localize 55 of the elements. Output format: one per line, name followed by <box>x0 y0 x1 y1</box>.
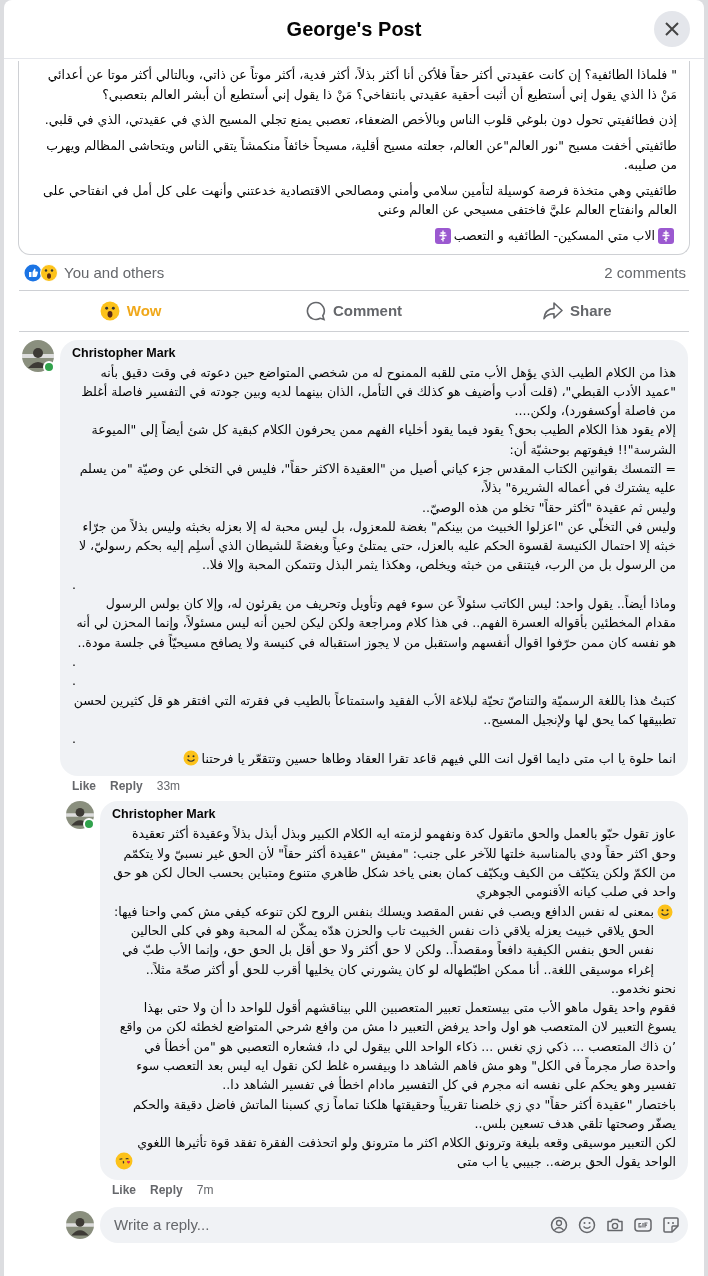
smiley-icon <box>182 750 199 767</box>
comment-text: كتبتُ هذا باللغة الرسميّة والتناصّ تحيّة لبلاغة الأب الفقيد واستمتاعاً بالطيب في فقرته التي افتقر هو قل كثيرين لحسن تطبيقها كما يحق لها ولإنجيل المسيح.. <box>72 691 676 730</box>
window-title: George's Post <box>286 17 422 41</box>
close-button[interactable] <box>654 11 690 47</box>
comment-text: انما حلوة يا اب متى دايما اقول انت اللي فيهم قاعد تقرا العقاد وطاها حسين وتتقعّر يا فرحتنا <box>201 750 676 769</box>
timestamp[interactable]: 7m <box>196 1182 214 1197</box>
avatar[interactable] <box>66 1210 94 1239</box>
comment-action-link[interactable]: Reply <box>150 1182 183 1197</box>
comment-text: . <box>72 652 76 671</box>
smiley-icon <box>657 903 673 920</box>
comment-text: = التمسك بقوانين الكتاب المقدس جزء كياني أصيل من "العقيدة الاكثر حقاً"، فليس في التخلي عن وصيّة "من يسلم عليه يشترك في أعماله الشريرة" بذلاً، <box>78 459 676 498</box>
reply-field[interactable]: Write a reply... <box>100 1206 688 1243</box>
close-icon <box>665 22 679 36</box>
wow-emoji-icon <box>99 300 120 321</box>
avatar-sticker-icon[interactable] <box>550 1215 568 1234</box>
comment-action-link[interactable]: Reply <box>110 779 143 794</box>
comment-action-link[interactable]: Like <box>72 779 96 794</box>
comment-text: بمعنى له نفس الدافع ويصب في نفس المقصد ويسلك بنفس الروح لكن تنوعه كيفي مش كمي واحنا فيها: الحق يلاقي خبيث يعزله يلاقي ذات نفس الخبيث تاب والحزن هدّه يمكّن له المحبة وهو في كلى الحالين نفس الحق بنفس الكيفية دافعاً ومقصداً.. ولكن لا حق أكثر ولا حق أقل بل الحق حق، وإنما الأب طبّ في إغراء موسيقى اللغة.. أنا ممكن اظبّطهاله لو كان يشورني كان يخليها أقرب للحق أو أكثر صحّة مثلاً.. <box>113 902 654 979</box>
author-name[interactable]: Christopher Mark <box>112 807 676 822</box>
comment-icon <box>305 300 326 321</box>
comment-button[interactable]: Comment <box>242 293 466 328</box>
emoji-icon[interactable] <box>578 1215 596 1234</box>
comment-text: لكن التعبير موسيقى وقعه بليغة وترونق الكلام اكثر ما مترونق ولو اتحذفت الفقرة تفقد قوة تأثيرها اللغوي الواحد يقول الحق برضه.. جبيبي يا اب متى <box>136 1133 676 1172</box>
kiss-emoji-icon <box>115 1151 133 1170</box>
post-text: الاب متي المسكين- الطائفيه و التعصب <box>453 227 655 246</box>
comment-text: . <box>72 672 76 691</box>
comment-text: عاوز تقول حبّو بالعمل والحق ماتقول كدة ونفهمو لزمته ايه الكلام الكبير وبذل أبذل بذلاً وعقيدة أكثر تعقيدة وحق اكثر حقاً ودي بالمناسبة خلتها للآخر على جنب: "مفيش "عقيدة أكثر حقاً" لأن الحق غير نسبيّ ولا يتكمّم من الكمّ ولكن يتكيّف من الكيف ويكيّف كمان بعنى ياخد شكل ظاهري متنوع ومتباين بحسب الحال لكن هو حق واحد في صلب كيانه الأقنومي الجوهري <box>112 824 676 902</box>
share-button[interactable]: Share <box>465 293 689 328</box>
timestamp[interactable]: 33m <box>156 779 181 794</box>
author-name[interactable]: Christopher Mark <box>72 345 676 360</box>
comment-text: هذا من الكلام الطيب الذي يؤهل الأب متى للقبه الممنوح له من شخصي المتواضع حين دعوته في وقت دقيق بأنه "عميد الأدب القبطي"، (قلت أدب وأضيف هو كذلك في التأمل، الذان بينهما لديه وبين جودته في التفسير فاصلة أغلظ من فاصلة أوكسفورد)، ولكن.... <box>80 363 676 421</box>
reaction-summary[interactable]: You and others <box>64 264 165 281</box>
comment-text: . <box>72 730 76 749</box>
comment-text: فقوم واحد يقول ماهو الأب متى بيستعمل تعبير المتعصبين اللي بيناقشهم أقول للواحد دا أن ولا حتى بهذا يسوغ التعبير لان المتعصب هو اول واحد يرفض التعبير دا مش من وافع شرحي المتواضع لخطئه لكن من واقع ’ن ذاك المتعصب ... ذكي زي نغس ... ذكاء الواحد اللي بيقول لي دا، فشعاره التعصبي هو "من أخطأ في واحدة صار مجرماً في الكل" وهو مش فاهم الشاهد دا وبيفسره غلط لكن نقول ايه ليس بعد التعصب سوء تفسير وهو يحكم على نفسه انه مجرم في كل التفسير مادام اخطأ في تفسير الشاهد دا.. <box>118 998 676 1095</box>
post-text: طائفيتي وهي متخذة فرصة كوسيلة لتأمين سلامي وأمني ومصالحي الاقتصادية خدعتني وأنهت على كل أمل في انفتاحي على العالم وانفتاح العالم عليَّ فاختفى مسيحي عن العالم وعني <box>42 181 677 220</box>
gif-icon[interactable] <box>634 1215 652 1234</box>
comment-text: وماذا أيضاً.. يقول واحد: ليس الكاتب سئولاً عن سوء فهم وتأويل وتحريف من يقرئون له، وإلا كان بولس الرسول مقدام المخطئين بأقواله العسرة الفهم.. في هذا كلام ومراجعة ولكن ليكن لحين أنه ليس مسئولاً، وإنما المحزن لي أنه هو نفسه كان ممن حرّفوا اقوال أنفسهم واستقبل من لا يجوز استقباله في كنيسة ولا يصافح مسيحيّاً في جلسة مودة.. <box>75 594 676 652</box>
comment-text: . <box>72 575 76 594</box>
comment-action-link[interactable]: Like <box>112 1182 136 1197</box>
comment-text: وليس في التخلّي عن "اعزلوا الخبيث من بينكم" بغضة للمعزول، بل ليس محبة له إلا بعزله بخبثه وليس بذلاً من جرّاء خبثه إلا احتمال الكنيسة لقسوة الحكم عليه بالعزل، حتى يمتلئ وعياً وبغضةً للشيطان الذي أسلِم إليه بحكم رسوليّ، لا من الرسول بل من الرب، فيتنقى من خبثه ويخلص، وهكذا يثمر البذل وتتمكن المحبة وإلا فلا.. <box>78 516 676 575</box>
reaction-icons[interactable] <box>24 263 60 282</box>
avatar[interactable] <box>22 339 54 372</box>
text-input[interactable]: Write a reply... <box>112 1215 540 1235</box>
cross-icon <box>434 227 451 244</box>
comment-text: وليس ثم عقيدة "أكثر حقاً" تخلو من هذه الوصيّ.. <box>421 498 676 517</box>
comment-text: إلام يقود هذا الكلام الطيب بحق؟ يقود فيما يقود أخلياء الفهم ممن يحرفون الكلام كبقية كل شئ أيضاً إلى "الميوعة الشرسة"!! فيفوتهم بوحشيّة أن: <box>90 420 676 459</box>
share-icon <box>542 300 563 321</box>
cross-icon <box>658 227 674 244</box>
sticker-icon[interactable] <box>662 1215 680 1234</box>
post-text: إذن فطائفيتي تحول دون بلوغي قلوب الناس وبالأخص الضعفاء، تعصبي يمنع تجلي المسيح الذي في عقيدتي، الذي في قلبي. <box>44 111 677 130</box>
comment-text: نحنو نخدمو.. <box>611 979 676 999</box>
comment-count[interactable]: 2 comments <box>604 264 686 281</box>
post-text: طائفيتي أخفت مسيح "نور العالم"عن العالم، جعلته مسيح أقلية، مسيحاً خائفاً منكمشاً يتقي الناس ويتحاشى المظالم ويهرب من صليبه. <box>45 136 677 175</box>
comment-text: باختصار "عقيدة أكثر حقاً" دي زي خلصنا تقريباً وحقيقتها هلكنا تماماً زي كسبنا الماتش فاضل دقيقة والحكم يصفّر وصحتها تلقي هدف تسعين بلس.. <box>132 1095 676 1134</box>
post-text: " فلماذا الطائفية؟ إن كانت عقيدتي أكثر حقاً فلأكن أنا أكثر بذلاً، أكثر فدية، أكثر موتاً عن ذاتي، وبالتالي أكثر موتا عن أعدائي مَنْ ذا الذي يقول إني أستطيع أن أثبت أحقية عقيدتي بانتفاخي؟ مَنْ ذا يقول إني أستطيع أن أبشر العالم بتعصبي؟ <box>46 65 677 104</box>
